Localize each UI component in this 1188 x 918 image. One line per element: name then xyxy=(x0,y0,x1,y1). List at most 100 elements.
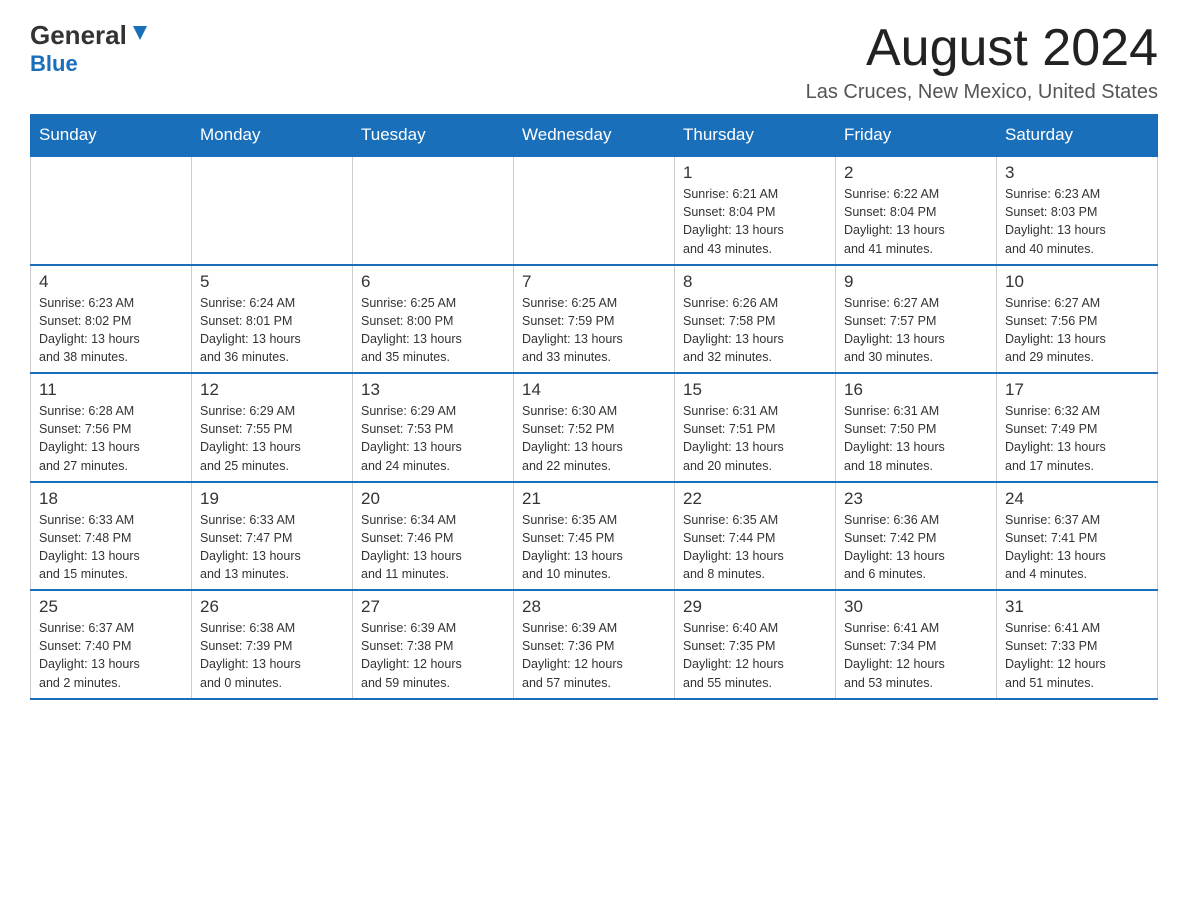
day-number: 8 xyxy=(683,272,827,292)
location-title: Las Cruces, New Mexico, United States xyxy=(806,81,1158,104)
day-number: 9 xyxy=(844,272,988,292)
calendar-cell: 5Sunrise: 6:24 AM Sunset: 8:01 PM Daylig… xyxy=(192,265,353,374)
weekday-header-monday: Monday xyxy=(192,115,353,157)
day-info: Sunrise: 6:29 AM Sunset: 7:55 PM Dayligh… xyxy=(200,402,344,475)
calendar-cell: 1Sunrise: 6:21 AM Sunset: 8:04 PM Daylig… xyxy=(675,156,836,265)
week-row-4: 18Sunrise: 6:33 AM Sunset: 7:48 PM Dayli… xyxy=(31,482,1158,591)
calendar-cell xyxy=(31,156,192,265)
day-info: Sunrise: 6:32 AM Sunset: 7:49 PM Dayligh… xyxy=(1005,402,1149,475)
title-area: August 2024 Las Cruces, New Mexico, Unit… xyxy=(806,20,1158,104)
calendar-cell: 9Sunrise: 6:27 AM Sunset: 7:57 PM Daylig… xyxy=(836,265,997,374)
weekday-header-row: SundayMondayTuesdayWednesdayThursdayFrid… xyxy=(31,115,1158,157)
day-info: Sunrise: 6:41 AM Sunset: 7:34 PM Dayligh… xyxy=(844,619,988,692)
calendar-cell: 10Sunrise: 6:27 AM Sunset: 7:56 PM Dayli… xyxy=(997,265,1158,374)
weekday-header-wednesday: Wednesday xyxy=(514,115,675,157)
logo-general: General xyxy=(30,20,127,51)
calendar-cell xyxy=(353,156,514,265)
day-number: 29 xyxy=(683,597,827,617)
week-row-1: 1Sunrise: 6:21 AM Sunset: 8:04 PM Daylig… xyxy=(31,156,1158,265)
day-info: Sunrise: 6:26 AM Sunset: 7:58 PM Dayligh… xyxy=(683,294,827,367)
day-number: 3 xyxy=(1005,163,1149,183)
calendar-cell: 31Sunrise: 6:41 AM Sunset: 7:33 PM Dayli… xyxy=(997,590,1158,699)
day-info: Sunrise: 6:33 AM Sunset: 7:48 PM Dayligh… xyxy=(39,511,183,584)
calendar-cell: 4Sunrise: 6:23 AM Sunset: 8:02 PM Daylig… xyxy=(31,265,192,374)
day-number: 12 xyxy=(200,380,344,400)
day-info: Sunrise: 6:23 AM Sunset: 8:03 PM Dayligh… xyxy=(1005,185,1149,258)
week-row-2: 4Sunrise: 6:23 AM Sunset: 8:02 PM Daylig… xyxy=(31,265,1158,374)
calendar-cell xyxy=(514,156,675,265)
day-info: Sunrise: 6:29 AM Sunset: 7:53 PM Dayligh… xyxy=(361,402,505,475)
day-number: 4 xyxy=(39,272,183,292)
calendar-cell: 25Sunrise: 6:37 AM Sunset: 7:40 PM Dayli… xyxy=(31,590,192,699)
day-number: 26 xyxy=(200,597,344,617)
day-info: Sunrise: 6:28 AM Sunset: 7:56 PM Dayligh… xyxy=(39,402,183,475)
calendar-cell: 12Sunrise: 6:29 AM Sunset: 7:55 PM Dayli… xyxy=(192,373,353,482)
calendar-cell: 7Sunrise: 6:25 AM Sunset: 7:59 PM Daylig… xyxy=(514,265,675,374)
calendar-cell: 22Sunrise: 6:35 AM Sunset: 7:44 PM Dayli… xyxy=(675,482,836,591)
day-number: 5 xyxy=(200,272,344,292)
calendar-cell: 15Sunrise: 6:31 AM Sunset: 7:51 PM Dayli… xyxy=(675,373,836,482)
day-number: 18 xyxy=(39,489,183,509)
calendar-cell: 19Sunrise: 6:33 AM Sunset: 7:47 PM Dayli… xyxy=(192,482,353,591)
page-header: General Blue August 2024 Las Cruces, New… xyxy=(30,20,1158,104)
day-info: Sunrise: 6:39 AM Sunset: 7:38 PM Dayligh… xyxy=(361,619,505,692)
day-info: Sunrise: 6:36 AM Sunset: 7:42 PM Dayligh… xyxy=(844,511,988,584)
day-info: Sunrise: 6:27 AM Sunset: 7:56 PM Dayligh… xyxy=(1005,294,1149,367)
calendar-cell: 14Sunrise: 6:30 AM Sunset: 7:52 PM Dayli… xyxy=(514,373,675,482)
day-info: Sunrise: 6:30 AM Sunset: 7:52 PM Dayligh… xyxy=(522,402,666,475)
weekday-header-sunday: Sunday xyxy=(31,115,192,157)
calendar-cell: 27Sunrise: 6:39 AM Sunset: 7:38 PM Dayli… xyxy=(353,590,514,699)
calendar-cell: 26Sunrise: 6:38 AM Sunset: 7:39 PM Dayli… xyxy=(192,590,353,699)
calendar-cell: 13Sunrise: 6:29 AM Sunset: 7:53 PM Dayli… xyxy=(353,373,514,482)
day-info: Sunrise: 6:31 AM Sunset: 7:51 PM Dayligh… xyxy=(683,402,827,475)
day-number: 20 xyxy=(361,489,505,509)
day-info: Sunrise: 6:35 AM Sunset: 7:44 PM Dayligh… xyxy=(683,511,827,584)
calendar-cell xyxy=(192,156,353,265)
day-number: 22 xyxy=(683,489,827,509)
calendar-cell: 20Sunrise: 6:34 AM Sunset: 7:46 PM Dayli… xyxy=(353,482,514,591)
day-number: 28 xyxy=(522,597,666,617)
day-info: Sunrise: 6:31 AM Sunset: 7:50 PM Dayligh… xyxy=(844,402,988,475)
day-info: Sunrise: 6:38 AM Sunset: 7:39 PM Dayligh… xyxy=(200,619,344,692)
day-number: 1 xyxy=(683,163,827,183)
month-title: August 2024 xyxy=(806,20,1158,77)
day-number: 21 xyxy=(522,489,666,509)
day-info: Sunrise: 6:33 AM Sunset: 7:47 PM Dayligh… xyxy=(200,511,344,584)
day-number: 31 xyxy=(1005,597,1149,617)
day-info: Sunrise: 6:25 AM Sunset: 8:00 PM Dayligh… xyxy=(361,294,505,367)
calendar-cell: 30Sunrise: 6:41 AM Sunset: 7:34 PM Dayli… xyxy=(836,590,997,699)
week-row-3: 11Sunrise: 6:28 AM Sunset: 7:56 PM Dayli… xyxy=(31,373,1158,482)
calendar-cell: 24Sunrise: 6:37 AM Sunset: 7:41 PM Dayli… xyxy=(997,482,1158,591)
calendar-cell: 17Sunrise: 6:32 AM Sunset: 7:49 PM Dayli… xyxy=(997,373,1158,482)
weekday-header-saturday: Saturday xyxy=(997,115,1158,157)
weekday-header-thursday: Thursday xyxy=(675,115,836,157)
day-number: 6 xyxy=(361,272,505,292)
day-number: 17 xyxy=(1005,380,1149,400)
day-info: Sunrise: 6:24 AM Sunset: 8:01 PM Dayligh… xyxy=(200,294,344,367)
day-number: 11 xyxy=(39,380,183,400)
day-info: Sunrise: 6:34 AM Sunset: 7:46 PM Dayligh… xyxy=(361,511,505,584)
day-info: Sunrise: 6:39 AM Sunset: 7:36 PM Dayligh… xyxy=(522,619,666,692)
day-info: Sunrise: 6:21 AM Sunset: 8:04 PM Dayligh… xyxy=(683,185,827,258)
day-info: Sunrise: 6:37 AM Sunset: 7:40 PM Dayligh… xyxy=(39,619,183,692)
day-number: 10 xyxy=(1005,272,1149,292)
day-number: 27 xyxy=(361,597,505,617)
calendar-cell: 3Sunrise: 6:23 AM Sunset: 8:03 PM Daylig… xyxy=(997,156,1158,265)
calendar-cell: 29Sunrise: 6:40 AM Sunset: 7:35 PM Dayli… xyxy=(675,590,836,699)
calendar-cell: 21Sunrise: 6:35 AM Sunset: 7:45 PM Dayli… xyxy=(514,482,675,591)
day-info: Sunrise: 6:37 AM Sunset: 7:41 PM Dayligh… xyxy=(1005,511,1149,584)
calendar-cell: 2Sunrise: 6:22 AM Sunset: 8:04 PM Daylig… xyxy=(836,156,997,265)
calendar-cell: 11Sunrise: 6:28 AM Sunset: 7:56 PM Dayli… xyxy=(31,373,192,482)
calendar-cell: 16Sunrise: 6:31 AM Sunset: 7:50 PM Dayli… xyxy=(836,373,997,482)
calendar-cell: 8Sunrise: 6:26 AM Sunset: 7:58 PM Daylig… xyxy=(675,265,836,374)
calendar-table: SundayMondayTuesdayWednesdayThursdayFrid… xyxy=(30,114,1158,700)
day-number: 25 xyxy=(39,597,183,617)
day-info: Sunrise: 6:41 AM Sunset: 7:33 PM Dayligh… xyxy=(1005,619,1149,692)
calendar-cell: 6Sunrise: 6:25 AM Sunset: 8:00 PM Daylig… xyxy=(353,265,514,374)
day-number: 16 xyxy=(844,380,988,400)
day-number: 7 xyxy=(522,272,666,292)
day-number: 23 xyxy=(844,489,988,509)
day-info: Sunrise: 6:40 AM Sunset: 7:35 PM Dayligh… xyxy=(683,619,827,692)
day-number: 13 xyxy=(361,380,505,400)
day-number: 30 xyxy=(844,597,988,617)
